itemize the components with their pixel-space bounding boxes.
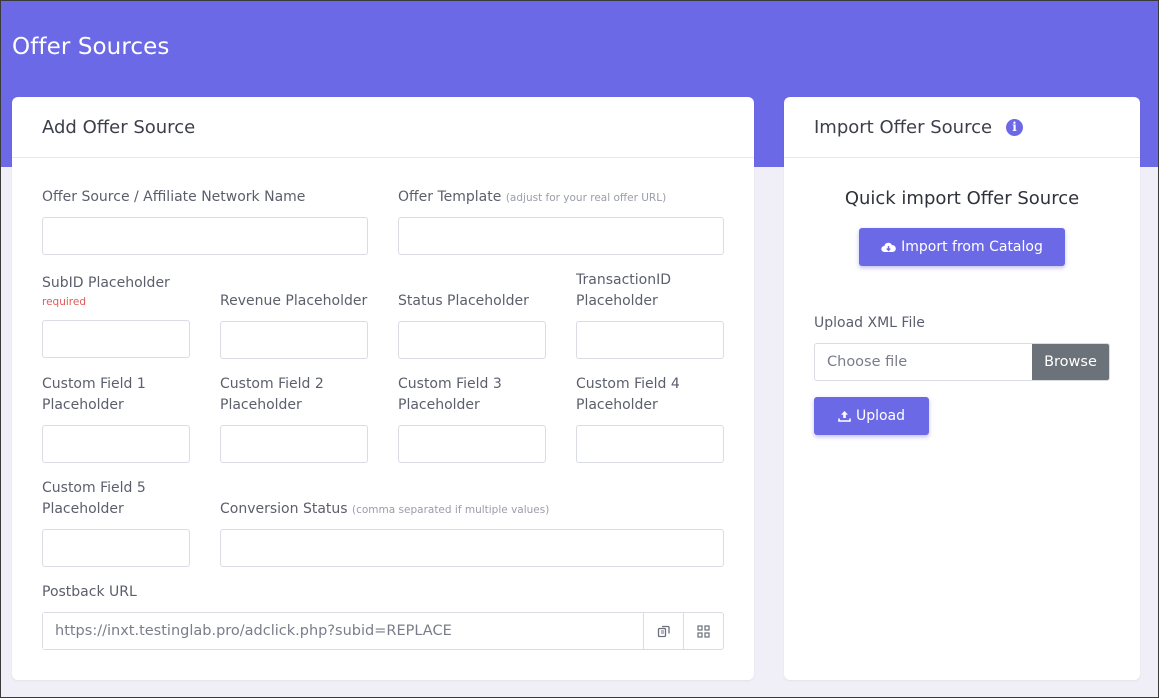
status-label: Status Placeholder bbox=[398, 293, 529, 309]
import-card-header: Import Offer Source i bbox=[784, 97, 1140, 158]
postback-url-field[interactable]: https://inxt.testinglab.pro/adclick.php?… bbox=[43, 613, 643, 649]
import-from-catalog-button[interactable]: Import from Catalog bbox=[859, 228, 1065, 266]
file-input-placeholder: Choose file bbox=[827, 354, 908, 370]
import-from-catalog-label: Import from Catalog bbox=[901, 239, 1043, 255]
info-icon[interactable]: i bbox=[1006, 118, 1024, 136]
revenue-input[interactable] bbox=[220, 321, 368, 359]
conversion-status-hint: (comma separated if multiple values) bbox=[352, 504, 550, 516]
status-input[interactable] bbox=[398, 321, 546, 359]
custom-field-3-label: Custom Field 3 Placeholder bbox=[398, 376, 502, 413]
transactionid-label: TransactionID Placeholder bbox=[576, 272, 671, 309]
subid-label: SubID Placeholder bbox=[42, 275, 170, 291]
custom-field-1-input[interactable] bbox=[42, 425, 190, 463]
transactionid-input[interactable] bbox=[576, 321, 724, 359]
conversion-status-input[interactable] bbox=[220, 529, 724, 567]
custom-field-1-label: Custom Field 1 Placeholder bbox=[42, 376, 146, 413]
page-title: Offer Sources bbox=[12, 34, 170, 60]
subid-input[interactable] bbox=[42, 320, 190, 358]
qr-code-icon[interactable] bbox=[683, 613, 723, 649]
add-card-header: Add Offer Source bbox=[12, 97, 754, 158]
upload-button[interactable]: Upload bbox=[814, 397, 929, 435]
network-name-label: Offer Source / Affiliate Network Name bbox=[42, 189, 306, 205]
upload-xml-label: Upload XML File bbox=[814, 315, 925, 331]
upload-label: Upload bbox=[855, 408, 906, 424]
postback-url-label: Postback URL bbox=[42, 584, 137, 600]
custom-field-4-label: Custom Field 4 Placeholder bbox=[576, 376, 680, 413]
custom-field-3-input[interactable] bbox=[398, 425, 546, 463]
offer-template-hint: (adjust for your real offer URL) bbox=[505, 192, 667, 204]
import-card-title: Import Offer Source bbox=[814, 116, 993, 138]
network-name-input[interactable] bbox=[42, 217, 368, 255]
upload-icon bbox=[838, 411, 851, 422]
revenue-label: Revenue Placeholder bbox=[220, 293, 368, 309]
quick-import-title: Quick import Offer Source bbox=[844, 188, 1080, 209]
add-card-title: Add Offer Source bbox=[42, 116, 196, 138]
postback-url-group: https://inxt.testinglab.pro/adclick.php?… bbox=[42, 612, 724, 650]
custom-field-5-label: Custom Field 5 Placeholder bbox=[42, 480, 146, 517]
offer-template-label: Offer Template (adjust for your real off… bbox=[398, 189, 667, 205]
browse-button[interactable]: Browse bbox=[1032, 344, 1109, 380]
import-offer-source-card: Import Offer Source i bbox=[784, 97, 1140, 680]
offer-template-input[interactable] bbox=[398, 217, 724, 255]
custom-field-2-label: Custom Field 2 Placeholder bbox=[220, 376, 324, 413]
subid-required-text: required bbox=[42, 296, 86, 308]
custom-field-4-input[interactable] bbox=[576, 425, 724, 463]
conversion-status-label: Conversion Status (comma separated if mu… bbox=[220, 501, 550, 517]
custom-field-2-input[interactable] bbox=[220, 425, 368, 463]
custom-field-5-input[interactable] bbox=[42, 529, 190, 567]
copy-icon[interactable] bbox=[643, 613, 683, 649]
file-input[interactable]: Choose file Browse bbox=[814, 343, 1110, 381]
cloud-download-icon bbox=[881, 242, 896, 252]
